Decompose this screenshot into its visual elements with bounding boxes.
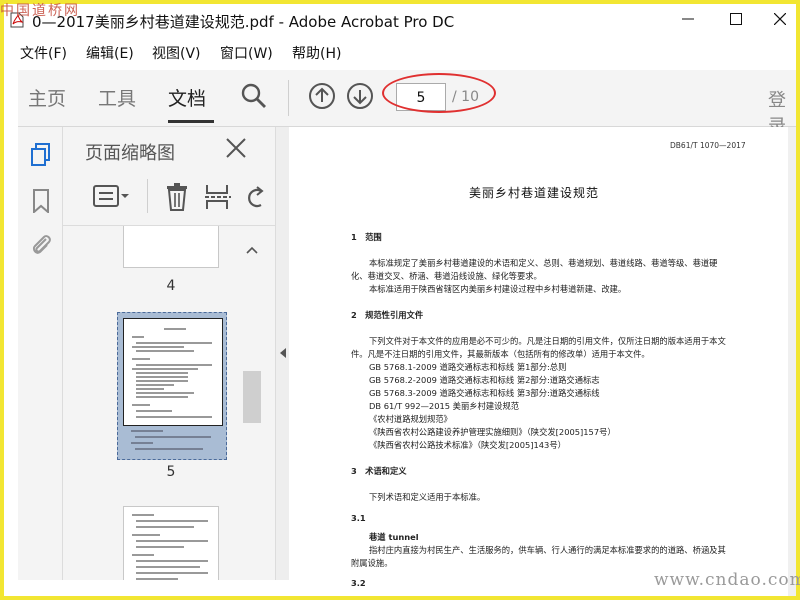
tab-home[interactable]: 主页 xyxy=(28,84,66,111)
body-text: 指村庄内直接为村民生产、生活服务的，供车辆、行人通行的满足本标准要求的的道路、桥… xyxy=(369,545,726,555)
reference-item: 《陕西省农村公路建设养护管理实施细则》（陕交发[2005]157号） xyxy=(369,427,616,437)
previous-page-icon[interactable] xyxy=(308,82,336,110)
title-bar: 0—2017美丽乡村巷道建设规范.pdf - Adobe Acrobat Pro… xyxy=(4,4,796,36)
reference-item: GB 5768.2-2009 道路交通标志和标线 第2部分:道路交通标志 xyxy=(369,375,600,385)
thumbnail-label: 5 xyxy=(166,464,176,480)
document-title: 美丽乡村巷道建设规范 xyxy=(468,186,599,200)
body-text: 本标准适用于陕西省辖区内美丽乡村建设过程中乡村巷道新建、改建。 xyxy=(369,284,627,294)
menu-view[interactable]: 视图(V) xyxy=(152,43,201,63)
maximize-icon xyxy=(730,13,742,25)
main-toolbar: 主页 工具 文档 5 / 10 登录 xyxy=(18,70,796,137)
thumbnail-toolbar xyxy=(63,169,275,226)
thumbnail-list: 4 5 xyxy=(63,226,255,580)
section-heading: 1 范围 xyxy=(351,232,382,242)
active-tab-indicator xyxy=(168,120,214,123)
scrollbar-thumb[interactable] xyxy=(243,371,261,423)
thumbnail-page-preview-lower xyxy=(131,430,211,450)
panel-title: 页面缩略图 xyxy=(85,143,175,164)
menu-bar: 文件(F) 编辑(E) 视图(V) 窗口(W) 帮助(H) xyxy=(4,40,796,66)
clause-number: 3.1 xyxy=(351,513,366,523)
thumbnails-panel: 页面缩略图 4 5 xyxy=(63,127,275,580)
search-icon[interactable] xyxy=(240,82,268,110)
extract-page-icon[interactable] xyxy=(205,183,231,211)
page-thumbnail-5-selected[interactable] xyxy=(117,312,227,460)
watermark-url: www.cndao.com xyxy=(654,570,800,590)
close-icon xyxy=(773,12,787,26)
collapse-panel-icon[interactable] xyxy=(278,347,288,359)
reference-item: GB 5768.1-2009 道路交通标志和标线 第1部分:总则 xyxy=(369,362,567,372)
page-thumbnails-icon[interactable] xyxy=(30,143,52,167)
reference-item: 《陕西省农村公路技术标准》（陕交发[2005]143号） xyxy=(369,440,566,450)
page-thumbnail-6[interactable] xyxy=(123,506,219,580)
body-text: 下列文件对于本文件的应用是必不可少的。凡是注日期的引用文件，仅所注日期的版本适用… xyxy=(369,336,726,346)
tab-tools[interactable]: 工具 xyxy=(98,84,136,111)
clause-number: 3.2 xyxy=(351,578,366,588)
annotation-highlight-oval xyxy=(382,73,496,113)
panel-collapse-strip[interactable] xyxy=(275,127,290,580)
close-window-button[interactable] xyxy=(760,8,796,32)
tab-document[interactable]: 文档 xyxy=(168,84,206,111)
toolbar-divider xyxy=(288,80,289,116)
document-scrollbar[interactable] xyxy=(788,127,796,596)
visible-area-frame xyxy=(123,318,223,426)
thumbnail-page-preview xyxy=(132,328,212,418)
menu-file[interactable]: 文件(F) xyxy=(20,43,67,63)
menu-edit[interactable]: 编辑(E) xyxy=(86,43,134,63)
window-title: 0—2017美丽乡村巷道建设规范.pdf - Adobe Acrobat Pro… xyxy=(32,13,455,31)
maximize-button[interactable] xyxy=(716,8,756,32)
body-text: 件。凡是不注日期的引用文件，其最新版本（包括所有的修改单）适用于本文件。 xyxy=(351,349,650,359)
body-text: 化、巷道交叉、桥涵、巷道沿线设施、绿化等要求。 xyxy=(351,271,542,281)
bookmark-icon[interactable] xyxy=(30,189,52,213)
navigation-rail xyxy=(18,127,63,580)
next-page-icon[interactable] xyxy=(346,82,374,110)
page-thumbnail-4[interactable] xyxy=(123,226,219,268)
section-heading: 3 术语和定义 xyxy=(351,466,407,476)
thumbnail-label: 4 xyxy=(166,278,176,294)
document-view[interactable]: DB61/T 1070—2017 美丽乡村巷道建设规范 1 范围 本标准规定了美… xyxy=(289,127,796,596)
reference-item: 《农村道路规划规范》 xyxy=(369,414,452,424)
close-panel-icon[interactable] xyxy=(225,137,247,159)
body-text: 下列术语和定义适用于本标准。 xyxy=(369,492,486,502)
menu-window[interactable]: 窗口(W) xyxy=(220,43,273,63)
thumbnail-options-icon[interactable] xyxy=(93,183,131,209)
reference-item: DB 61/T 992—2015 美丽乡村建设规范 xyxy=(369,401,520,411)
rotate-page-icon[interactable] xyxy=(245,183,265,211)
standard-number: DB61/T 1070—2017 xyxy=(670,141,746,150)
term-title: 巷道 tunnel xyxy=(369,532,419,542)
body-text: 本标准规定了美丽乡村巷道建设的术语和定义、总则、巷道规划、巷道线路、巷道等级、巷… xyxy=(369,258,718,268)
reference-item: GB 5768.3-2009 道路交通标志和标线 第3部分:道路交通标线 xyxy=(369,388,600,398)
minimize-button[interactable] xyxy=(668,8,708,32)
thumbnail-page-preview xyxy=(132,514,208,580)
body-text: 附属设施。 xyxy=(351,558,393,568)
delete-page-icon[interactable] xyxy=(165,183,189,211)
thumbnail-scrollbar[interactable] xyxy=(243,226,263,580)
attachment-icon[interactable] xyxy=(30,233,52,257)
minimize-icon xyxy=(682,18,694,20)
acrobat-window: 0—2017美丽乡村巷道建设规范.pdf - Adobe Acrobat Pro… xyxy=(4,4,796,596)
panel-tools-divider xyxy=(147,179,148,213)
menu-help[interactable]: 帮助(H) xyxy=(292,43,341,63)
scroll-up-icon[interactable] xyxy=(246,246,258,254)
section-heading: 2 规范性引用文件 xyxy=(351,310,424,320)
watermark-logo: 中国道桥网 xyxy=(0,3,80,19)
